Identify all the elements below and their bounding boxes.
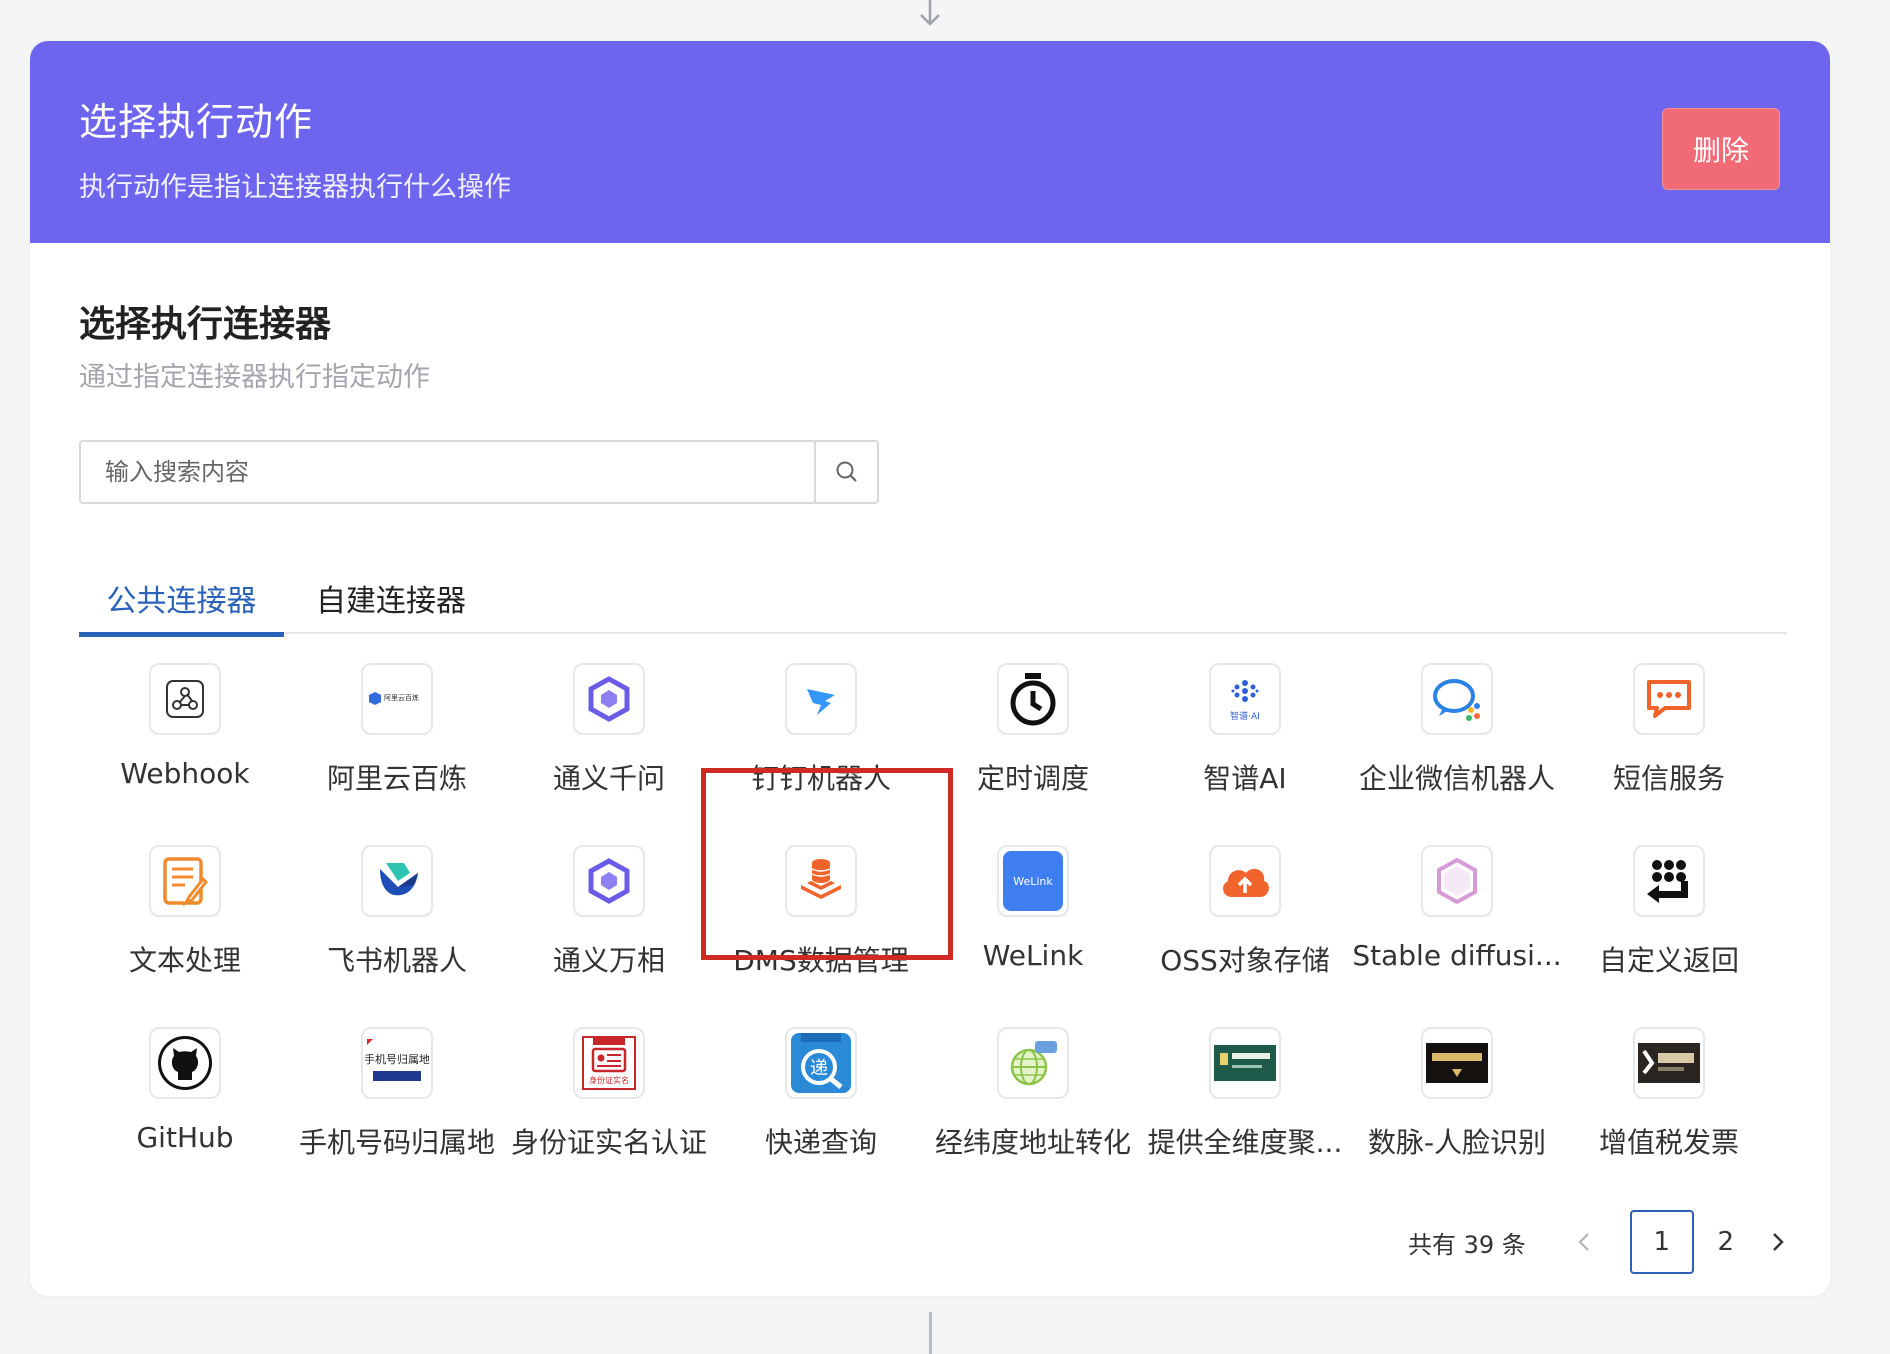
- connector-label: 飞书机器人: [326, 944, 467, 977]
- wecom-logo: [1421, 663, 1493, 735]
- connector-tile[interactable]: 文本处理: [79, 845, 291, 995]
- phone-location-logo: 手机号归属地: [361, 1027, 433, 1099]
- search-box: [79, 440, 879, 504]
- feishu-logo: [361, 845, 433, 917]
- connector-tile[interactable]: 递 快递查询: [715, 1027, 927, 1177]
- connector-label: 文本处理: [128, 944, 241, 977]
- connector-label: WeLink: [982, 939, 1084, 972]
- phone-location-logo-text: 手机号归属地: [365, 1052, 429, 1066]
- zhipu-ai-logo-text: 智谱·AI: [1230, 710, 1260, 722]
- connector-tabs: 公共连接器 自建连接器: [79, 576, 1787, 637]
- connector-tile[interactable]: 数脉-人脸识别: [1351, 1027, 1563, 1177]
- face-recognition-logo: [1421, 1027, 1493, 1099]
- connector-tile[interactable]: 提供全维度聚...: [1139, 1027, 1351, 1177]
- search-icon: [836, 461, 857, 482]
- connector-label: Webhook: [120, 757, 250, 790]
- globe-geo-icon: [997, 1027, 1069, 1099]
- connector-tile[interactable]: 增值税发票: [1563, 1027, 1775, 1177]
- action-card: 选择执行动作 执行动作是指让连接器执行什么操作 删除 选择执行连接器 通过指定连…: [30, 41, 1830, 1296]
- connector-label: 通义万相: [552, 944, 665, 977]
- connector-tile[interactable]: 企业微信机器人: [1351, 663, 1563, 813]
- connector-tile[interactable]: 短信服务: [1563, 663, 1775, 813]
- chevron-right-icon: [1772, 1233, 1784, 1251]
- delete-button[interactable]: 删除: [1662, 108, 1780, 190]
- webhook-icon: [149, 663, 221, 735]
- sms-chat-icon: [1633, 663, 1705, 735]
- selected-connector-highlight: [701, 768, 953, 960]
- connector-label: GitHub: [136, 1121, 234, 1154]
- zhipu-ai-logo: 智谱·AI: [1209, 663, 1281, 735]
- page-1-button[interactable]: 1: [1629, 1210, 1694, 1274]
- connector-label: 身份证实名认证: [510, 1126, 707, 1159]
- connector-label: OSS对象存储: [1160, 944, 1330, 977]
- search-button[interactable]: [814, 442, 877, 502]
- tongyi-wanxiang-logo: [573, 845, 645, 917]
- connector-tile[interactable]: WeLink WeLink: [927, 845, 1139, 995]
- aliyun-bailian-logo-text: 阿里云百炼: [384, 693, 419, 702]
- header-subtitle: 执行动作是指让连接器执行什么操作: [79, 172, 511, 202]
- connector-label: 自定义返回: [1598, 944, 1739, 977]
- welink-logo-text: WeLink: [1013, 874, 1053, 888]
- connector-label: 短信服务: [1612, 762, 1725, 795]
- page-2-button[interactable]: 2: [1694, 1210, 1758, 1274]
- connector-label: 提供全维度聚...: [1147, 1126, 1343, 1159]
- connector-tile[interactable]: 通义千问: [503, 663, 715, 813]
- connector-label: 通义千问: [552, 762, 665, 795]
- aliyun-bailian-logo: 阿里云百炼: [361, 663, 433, 735]
- header-title: 选择执行动作: [79, 102, 314, 144]
- flow-down-arrow-icon: [920, 0, 940, 26]
- connector-label: 企业微信机器人: [1358, 762, 1555, 795]
- connector-tile[interactable]: 通义万相: [503, 845, 715, 995]
- data-aggregation-logo: [1209, 1027, 1281, 1099]
- flow-connector-line: [929, 1312, 932, 1354]
- connector-tile[interactable]: 智谱·AI 智谱AI: [1139, 663, 1351, 813]
- section-subtitle: 通过指定连接器执行指定动作: [79, 362, 430, 392]
- connector-tile[interactable]: 经纬度地址转化: [927, 1027, 1139, 1177]
- connector-tile[interactable]: Webhook: [79, 663, 291, 813]
- connector-tile[interactable]: 定时调度: [927, 663, 1139, 813]
- github-icon: [149, 1027, 221, 1099]
- connector-label: 定时调度: [976, 762, 1089, 795]
- pagination: 共有 39 条 1 2: [1408, 1210, 1798, 1274]
- prev-page-button[interactable]: [1564, 1222, 1604, 1262]
- vat-invoice-logo: [1633, 1027, 1705, 1099]
- next-page-button[interactable]: [1758, 1222, 1798, 1262]
- express-query-logo-text: 递: [810, 1058, 828, 1079]
- express-query-logo: 递: [785, 1027, 857, 1099]
- section-title: 选择执行连接器: [79, 303, 332, 344]
- connector-label: 经纬度地址转化: [934, 1126, 1131, 1159]
- connector-label: 数脉-人脸识别: [1367, 1126, 1547, 1159]
- search-input[interactable]: [81, 442, 814, 502]
- connector-tile[interactable]: Stable diffusi...: [1351, 845, 1563, 995]
- id-card-logo: 身份证实名: [573, 1027, 645, 1099]
- connector-tile[interactable]: 身份证实名 身份证实名认证: [503, 1027, 715, 1177]
- connector-label: 快递查询: [764, 1126, 877, 1159]
- connector-label: 增值税发票: [1598, 1126, 1739, 1159]
- oss-cloud-icon: [1209, 845, 1281, 917]
- connector-label: 手机号码归属地: [298, 1126, 495, 1159]
- connector-label: Stable diffusi...: [1352, 939, 1562, 972]
- stable-diffusion-logo: [1421, 845, 1493, 917]
- pagination-total: 共有 39 条: [1408, 1230, 1526, 1259]
- connector-tile[interactable]: 自定义返回: [1563, 845, 1775, 995]
- connector-label: 智谱AI: [1203, 762, 1287, 795]
- stopwatch-icon: [997, 663, 1069, 735]
- connector-tile[interactable]: 飞书机器人: [291, 845, 503, 995]
- connector-tile[interactable]: 手机号归属地 手机号码归属地: [291, 1027, 503, 1177]
- connector-tile[interactable]: 阿里云百炼 阿里云百炼: [291, 663, 503, 813]
- connector-tile[interactable]: OSS对象存储: [1139, 845, 1351, 995]
- tab-custom-connectors[interactable]: 自建连接器: [316, 576, 466, 634]
- id-card-logo-text: 身份证实名: [589, 1075, 629, 1085]
- connector-tile[interactable]: GitHub: [79, 1027, 291, 1177]
- dingtalk-logo: [785, 663, 857, 735]
- tongyi-qianwen-logo: [573, 663, 645, 735]
- text-edit-icon: [149, 845, 221, 917]
- custom-return-icon: [1633, 845, 1705, 917]
- tab-public-connectors[interactable]: 公共连接器: [79, 576, 284, 637]
- connector-label: 阿里云百炼: [326, 762, 467, 795]
- welink-logo: WeLink: [997, 845, 1069, 917]
- action-header: 选择执行动作 执行动作是指让连接器执行什么操作 删除: [30, 41, 1830, 243]
- chevron-left-icon: [1578, 1233, 1589, 1251]
